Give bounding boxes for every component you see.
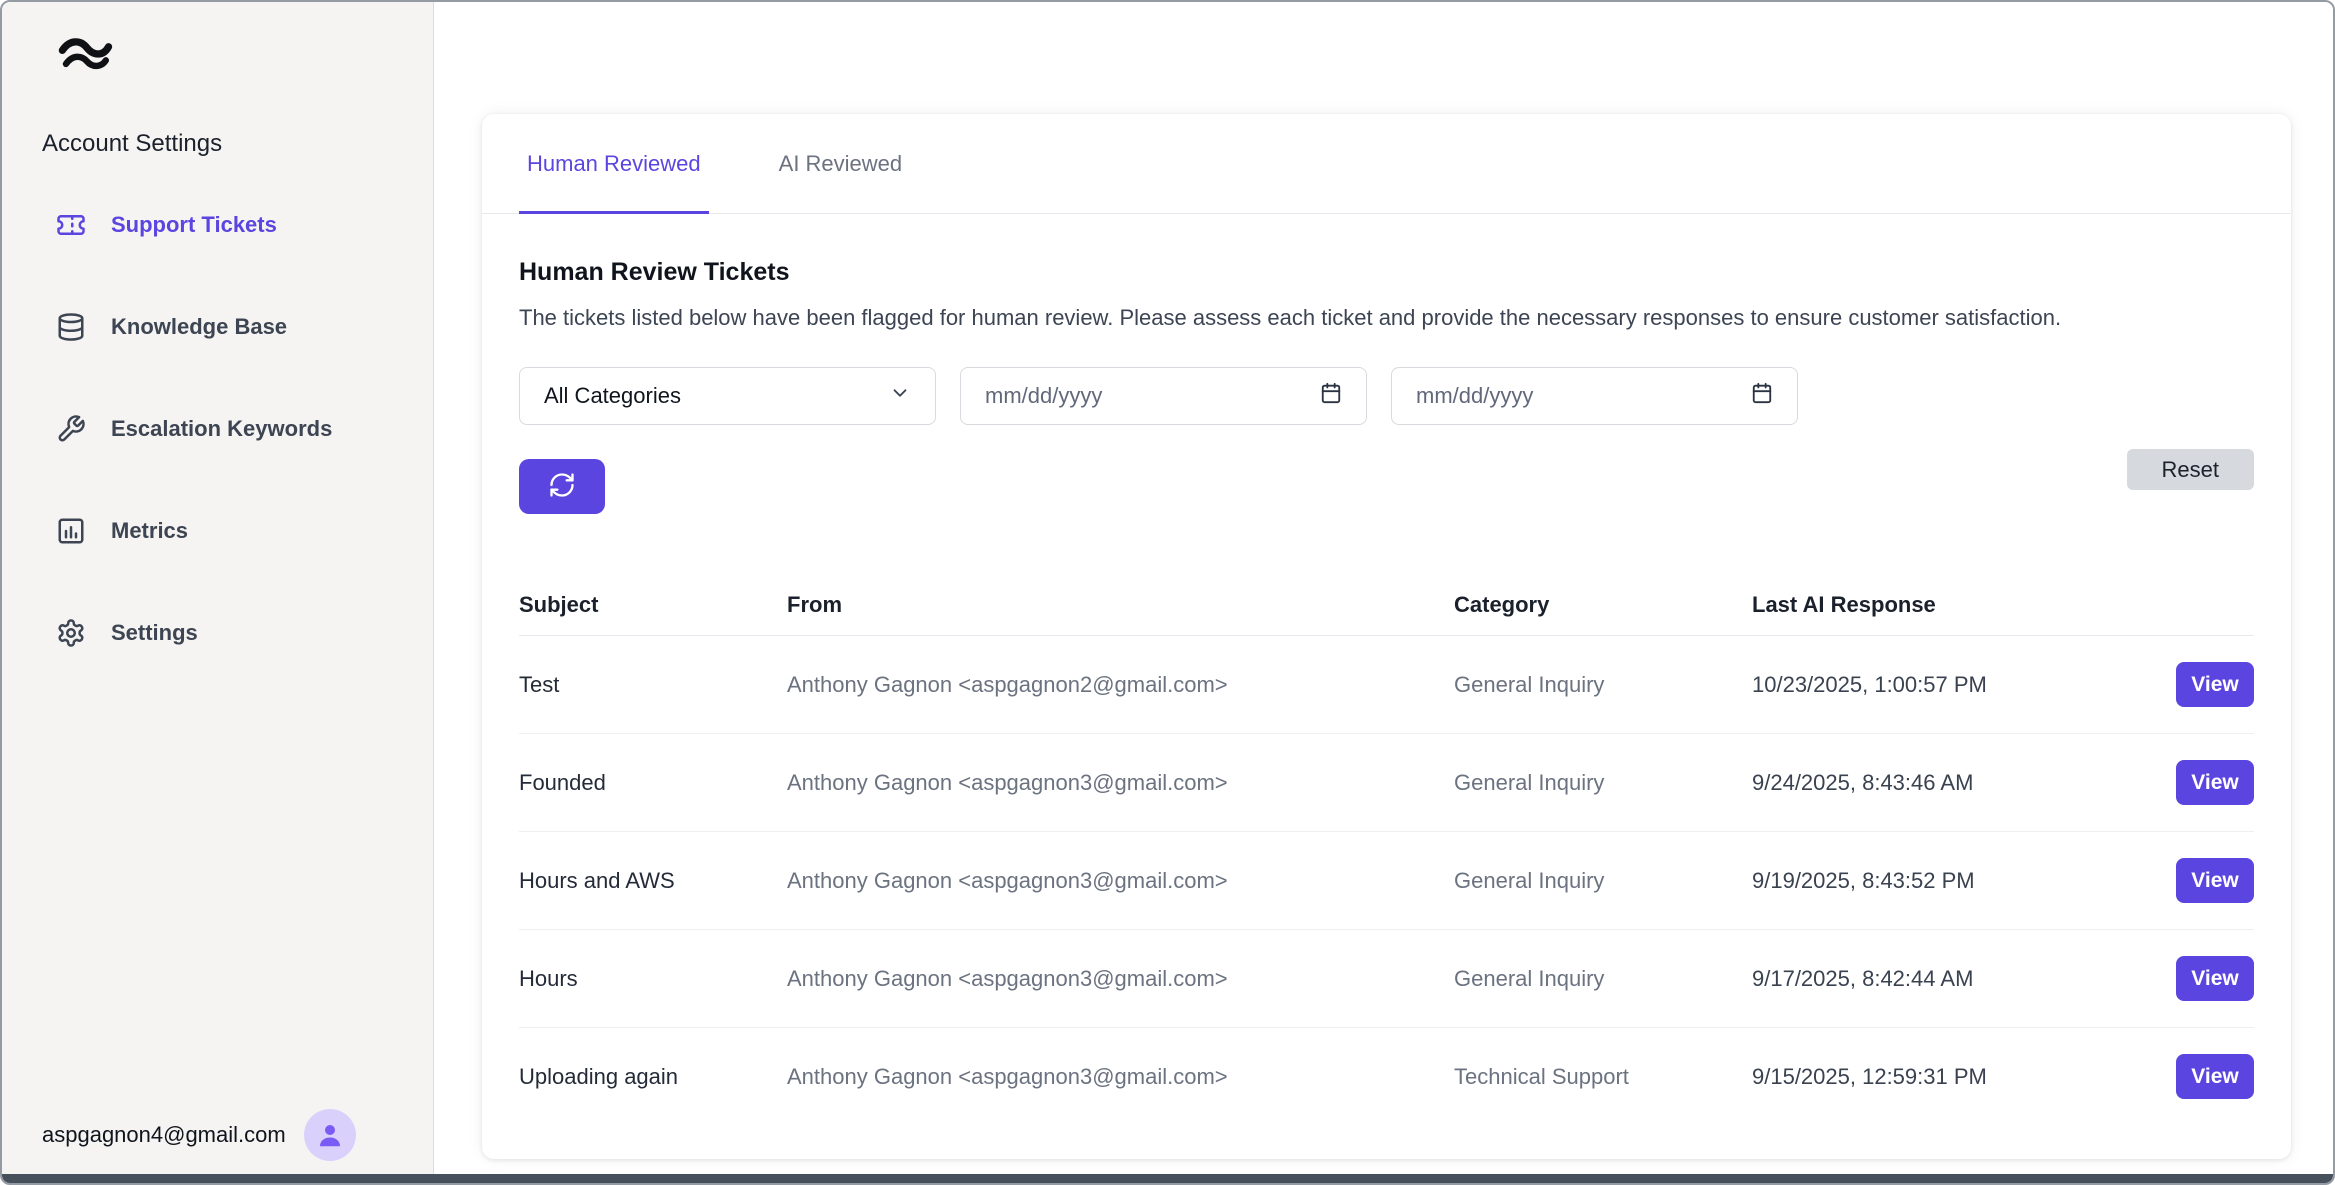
reset-button[interactable]: Reset (2127, 449, 2254, 490)
date-to-value: mm/dd/yyyy (1416, 383, 1533, 409)
cell-from: Anthony Gagnon <aspgagnon3@gmail.com> (787, 770, 1454, 796)
date-from-input[interactable]: mm/dd/yyyy (960, 367, 1367, 425)
sidebar-item-support-tickets[interactable]: Support Tickets (2, 174, 433, 276)
tab-ai-reviewed[interactable]: AI Reviewed (771, 114, 911, 213)
cell-last-ai-response: 9/19/2025, 8:43:52 PM (1752, 868, 2124, 894)
category-select-value: All Categories (544, 383, 681, 409)
cell-from: Anthony Gagnon <aspgagnon3@gmail.com> (787, 1064, 1454, 1090)
table-row: Test Anthony Gagnon <aspgagnon2@gmail.co… (519, 636, 2254, 734)
user-avatar-icon (304, 1109, 356, 1161)
sidebar-item-label: Escalation Keywords (111, 416, 332, 442)
table-header-row: Subject From Category Last AI Response (519, 575, 2254, 636)
date-to-input[interactable]: mm/dd/yyyy (1391, 367, 1798, 425)
view-button[interactable]: View (2176, 662, 2254, 707)
page-title: Human Review Tickets (519, 258, 2254, 287)
cell-category: General Inquiry (1454, 966, 1752, 992)
window-bottom-edge (2, 1174, 2333, 1183)
column-header-category: Category (1454, 592, 1752, 618)
sidebar-nav: Support Tickets Knowledge Base (2, 174, 433, 684)
sidebar-item-escalation-keywords[interactable]: Escalation Keywords (2, 378, 433, 480)
sidebar-item-label: Metrics (111, 518, 188, 544)
view-button[interactable]: View (2176, 956, 2254, 1001)
tab-human-reviewed[interactable]: Human Reviewed (519, 114, 709, 213)
page-description: The tickets listed below have been flagg… (519, 305, 2254, 331)
calendar-icon (1320, 382, 1342, 410)
app-logo-wave-icon (56, 32, 114, 76)
cell-subject: Hours (519, 966, 787, 992)
sidebar-item-settings[interactable]: Settings (2, 582, 433, 684)
column-header-subject: Subject (519, 592, 787, 618)
table-row: Hours Anthony Gagnon <aspgagnon3@gmail.c… (519, 930, 2254, 1028)
cell-from: Anthony Gagnon <aspgagnon3@gmail.com> (787, 966, 1454, 992)
cell-subject: Test (519, 672, 787, 698)
cell-subject: Hours and AWS (519, 868, 787, 894)
cell-category: General Inquiry (1454, 770, 1752, 796)
sidebar: Account Settings Support Tickets (2, 2, 434, 1183)
cell-last-ai-response: 9/17/2025, 8:42:44 AM (1752, 966, 2124, 992)
tab-bar: Human Reviewed AI Reviewed (482, 114, 2291, 214)
refresh-icon (548, 471, 576, 502)
cell-last-ai-response: 9/24/2025, 8:43:46 AM (1752, 770, 2124, 796)
date-from-value: mm/dd/yyyy (985, 383, 1102, 409)
column-header-last-ai-response: Last AI Response (1752, 592, 2124, 618)
sidebar-item-metrics[interactable]: Metrics (2, 480, 433, 582)
bar-chart-icon (56, 516, 86, 546)
cell-category: General Inquiry (1454, 672, 1752, 698)
cell-from: Anthony Gagnon <aspgagnon3@gmail.com> (787, 868, 1454, 894)
sidebar-item-knowledge-base[interactable]: Knowledge Base (2, 276, 433, 378)
table-row: Founded Anthony Gagnon <aspgagnon3@gmail… (519, 734, 2254, 832)
cell-subject: Founded (519, 770, 787, 796)
gear-icon (56, 618, 86, 648)
cell-from: Anthony Gagnon <aspgagnon2@gmail.com> (787, 672, 1454, 698)
sidebar-item-label: Knowledge Base (111, 314, 287, 340)
filter-bar: All Categories mm/dd/yyyy (519, 367, 2254, 425)
view-button[interactable]: View (2176, 760, 2254, 805)
tickets-card: Human Reviewed AI Reviewed Human Review … (482, 114, 2291, 1159)
wrench-icon (56, 414, 86, 444)
main-content: Human Reviewed AI Reviewed Human Review … (435, 2, 2333, 1183)
cell-category: Technical Support (1454, 1064, 1752, 1090)
ticket-icon (56, 210, 86, 240)
column-header-from: From (787, 592, 1454, 618)
refresh-button[interactable] (519, 459, 605, 514)
table-row: Hours and AWS Anthony Gagnon <aspgagnon3… (519, 832, 2254, 930)
sidebar-title: Account Settings (42, 130, 433, 158)
database-icon (56, 312, 86, 342)
category-select[interactable]: All Categories (519, 367, 936, 425)
app-window: Account Settings Support Tickets (0, 0, 2335, 1185)
actions-row: Reset (519, 459, 2254, 515)
sidebar-item-label: Settings (111, 620, 198, 646)
chevron-down-icon (889, 382, 911, 410)
view-button[interactable]: View (2176, 1054, 2254, 1099)
tickets-table: Subject From Category Last AI Response T… (519, 575, 2254, 1125)
cell-last-ai-response: 9/15/2025, 12:59:31 PM (1752, 1064, 2124, 1090)
view-button[interactable]: View (2176, 858, 2254, 903)
user-email: aspgagnon4@gmail.com (42, 1122, 286, 1148)
table-row: Uploading again Anthony Gagnon <aspgagno… (519, 1028, 2254, 1125)
sidebar-item-label: Support Tickets (111, 212, 277, 238)
cell-last-ai-response: 10/23/2025, 1:00:57 PM (1752, 672, 2124, 698)
calendar-icon (1751, 382, 1773, 410)
cell-category: General Inquiry (1454, 868, 1752, 894)
user-account[interactable]: aspgagnon4@gmail.com (42, 1109, 356, 1161)
cell-subject: Uploading again (519, 1064, 787, 1090)
